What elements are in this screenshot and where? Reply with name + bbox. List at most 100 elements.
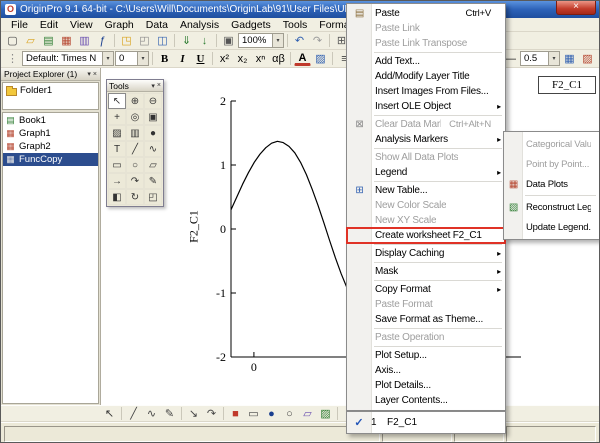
menu-item-paste-link[interactable]: Paste Link [347,21,505,36]
menu-item-add-text[interactable]: Add Text... [347,54,505,69]
menu-item-new-table[interactable]: ⊞New Table... [347,183,505,198]
greek-button[interactable]: αβ [270,51,287,67]
style-brush-icon[interactable]: ▨ [312,51,329,67]
rectangle-mask-tool[interactable]: ◧ [108,189,126,205]
new-workbook-icon[interactable]: ▤ [40,33,57,49]
menu-item-paste-link-transpose[interactable]: Paste Link Transpose [347,36,505,51]
menu-item-plot-details[interactable]: Plot Details... [347,378,505,393]
supersubscript-button[interactable]: xⁿ [252,51,269,67]
menu-data[interactable]: Data [140,19,174,31]
fill-color-icon[interactable]: ▨ [579,51,596,67]
new-project-icon[interactable]: ▢ [4,33,21,49]
menu-item-new-color-scale[interactable]: New Color Scale [347,198,505,213]
underline-button[interactable]: U [192,51,209,67]
arrow-tool-icon[interactable]: ↘ [185,406,202,422]
project-item-book1[interactable]: ▤Book1 [3,114,98,127]
pointer-tool[interactable]: ↖ [108,93,126,109]
menu-item-copy-format[interactable]: Copy Format▸ [347,282,505,297]
curved-arrow-tool[interactable]: ↷ [126,173,144,189]
menu-item-update-legend[interactable]: Update Legend... [504,217,599,237]
region-tool-icon[interactable]: ▨ [317,406,334,422]
menu-edit[interactable]: Edit [34,19,64,31]
undo-icon[interactable]: ↶ [291,33,308,49]
menu-file[interactable]: File [5,19,34,31]
print-icon[interactable]: ▣ [220,33,237,49]
menu-item-show-all-data-plots[interactable]: Show All Data Plots [347,150,505,165]
freehand-tool-icon[interactable]: ✎ [161,406,178,422]
menu-item-insert-ole-object[interactable]: Insert OLE Object▸ [347,99,505,114]
menu-item-paste[interactable]: ▤PasteCtrl+V [347,6,505,21]
rectangle-tool[interactable]: ▭ [108,157,126,173]
arrow-tool[interactable]: → [108,173,126,189]
draw-data-tool[interactable]: ● [144,125,162,141]
freehand-draw-tool[interactable]: ✎ [144,173,162,189]
ellipse-tool-icon[interactable]: ○ [281,406,298,422]
project-item-funccopy[interactable]: ▦FuncCopy [3,153,98,166]
menu-item-legend[interactable]: Legend▸ [347,165,505,180]
save-project-icon[interactable]: ◫ [154,33,171,49]
polygon-tool[interactable]: ▱ [144,157,162,173]
open-template-icon[interactable]: ◰ [136,33,153,49]
circle-tool-icon[interactable]: ● [263,406,280,422]
menu-gadgets[interactable]: Gadgets [225,19,277,31]
border-color-icon[interactable]: ▦ [561,51,578,67]
project-item-graph1[interactable]: ▦Graph1 [3,127,98,140]
curved-arrow-tool-icon[interactable]: ↷ [203,406,220,422]
italic-button[interactable]: I [174,51,191,67]
region-mask-tool[interactable]: ◰ [144,189,162,205]
graph-legend[interactable]: F2_C1 [538,76,596,94]
line-tool[interactable]: ╱ [126,141,144,157]
new-folder-icon[interactable]: ▱ [22,33,39,49]
menu-item-layer-contents[interactable]: Layer Contents... [347,393,505,408]
close-button[interactable]: × [556,1,596,15]
import-wizard-icon[interactable]: ⇓ [178,33,195,49]
rounded-rectangle-tool-icon[interactable]: ▭ [245,406,262,422]
bold-button[interactable]: B [156,51,173,67]
menu-view[interactable]: View [64,19,99,31]
menu-item-mask[interactable]: Mask▸ [347,264,505,279]
menu-item-paste-operation[interactable]: Paste Operation [347,330,505,345]
rectangle-tool-icon[interactable]: ■ [227,406,244,422]
menu-item-point-by-point[interactable]: Point by Point... [504,154,599,174]
font-size-select[interactable]: 0▾ [115,51,149,66]
polyline-tool-icon[interactable]: ∿ [143,406,160,422]
polygon-tool-icon[interactable]: ▱ [299,406,316,422]
pointer-tool-icon[interactable]: ↖ [101,406,118,422]
menu-item-axis[interactable]: Axis... [347,363,505,378]
mask-range-tool[interactable]: ▥ [126,125,144,141]
zoom-level-select[interactable]: 100%▾ [238,33,284,48]
menu-item-paste-format[interactable]: Paste Format [347,297,505,312]
circle-tool[interactable]: ○ [126,157,144,173]
menu-item-save-format-as-theme[interactable]: Save Format as Theme... [347,312,505,327]
rotate-tool[interactable]: ↻ [126,189,144,205]
new-function-plot-icon[interactable]: ƒ [94,33,111,49]
plotted-datasets-item[interactable]: ✓ 1 F2_C1 [346,411,506,434]
menu-analysis[interactable]: Analysis [174,19,225,31]
menu-item-add-modify-layer-title[interactable]: Add/Modify Layer Title [347,69,505,84]
folder-item-folder1[interactable]: Folder1 [4,84,97,97]
new-matrix-icon[interactable]: ▥ [76,33,93,49]
zoom-in-tool[interactable]: ⊕ [126,93,144,109]
close-panel-icon[interactable]: × [93,71,97,78]
menu-item-create-worksheet-f2-c1[interactable]: Create worksheet F2_C1 [347,228,505,243]
zoom-out-tool[interactable]: ⊖ [144,93,162,109]
menu-item-clear-data-markers[interactable]: ⊠Clear Data MarkersCtrl+Alt+N [347,117,505,132]
text-tool[interactable]: T [108,141,126,157]
font-color-button[interactable]: A [294,51,311,66]
open-icon[interactable]: ◳ [118,33,135,49]
superscript-button[interactable]: x² [216,51,233,67]
menu-item-new-xy-scale[interactable]: New XY Scale [347,213,505,228]
selection-on-active-plot-tool[interactable]: ▨ [108,125,126,141]
menu-item-insert-images-from-files[interactable]: Insert Images From Files... [347,84,505,99]
annotation-handle-icon[interactable]: ⋮ [4,51,21,67]
menu-item-categorical-values[interactable]: Categorical Values [504,134,599,154]
tools-palette-titlebar[interactable]: Tools ▾ × [107,80,163,92]
project-item-graph2[interactable]: ▦Graph2 [3,140,98,153]
collapse-icon[interactable]: ▾ [151,82,155,90]
menu-item-analysis-markers[interactable]: Analysis Markers▸ [347,132,505,147]
data-reader-tool[interactable]: ◎ [126,109,144,125]
font-name-select[interactable]: Default: Times N▾ [22,51,114,66]
polyline-tool[interactable]: ∿ [144,141,162,157]
line-width-select[interactable]: 0.5▾ [520,51,560,66]
menu-graph[interactable]: Graph [99,19,140,31]
